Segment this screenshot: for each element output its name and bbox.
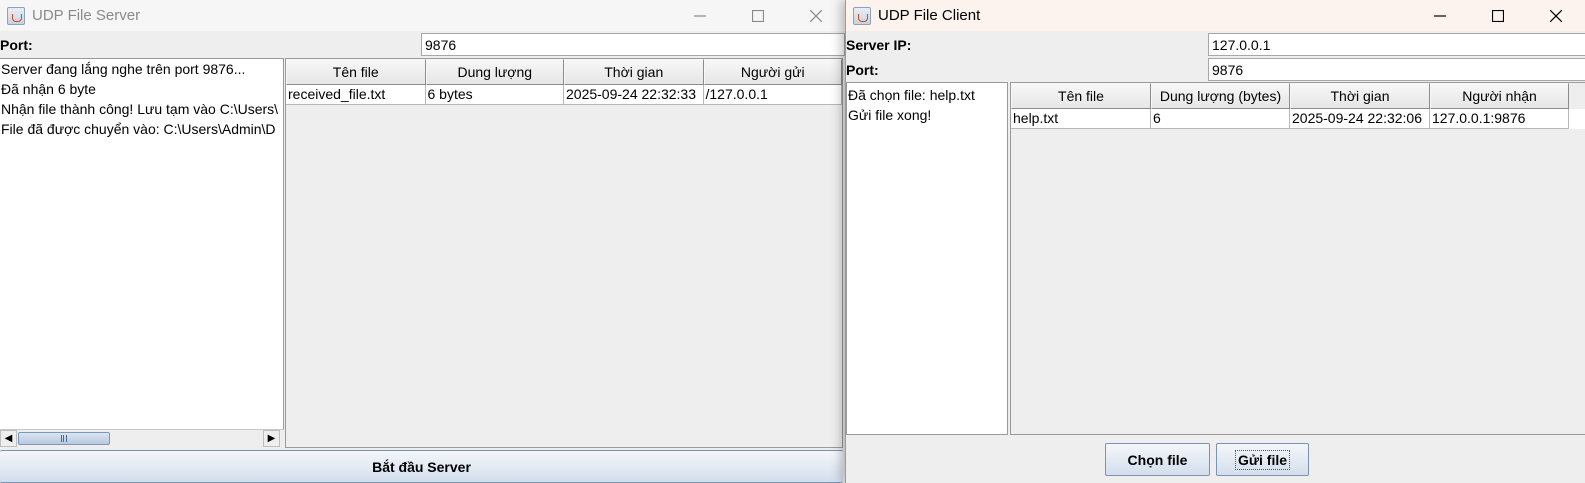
server-log-line: Server đang lắng nghe trên port 9876... — [1, 61, 246, 77]
server-table-header: Tên file Dung lượng Thời gian Người gửi — [286, 59, 842, 85]
minimize-icon — [1434, 14, 1446, 17]
client-minimize-button[interactable] — [1411, 0, 1469, 31]
choose-file-button[interactable]: Chọn file — [1105, 443, 1210, 476]
server-col-size[interactable]: Dung lượng — [425, 59, 564, 85]
server-col-sender[interactable]: Người gửi — [703, 59, 842, 85]
java-cup-icon — [7, 6, 25, 25]
client-server-ip-field[interactable]: 127.0.0.1 — [1208, 33, 1585, 56]
server-maximize-button[interactable] — [729, 0, 787, 31]
close-icon — [1550, 9, 1562, 22]
client-log-line: Gửi file xong! — [848, 107, 932, 123]
client-window-title: UDP File Client — [878, 7, 981, 24]
client-server-ip-label: Server IP: — [846, 37, 912, 53]
table-cell: received_file.txt — [286, 85, 426, 105]
scroll-right-icon[interactable]: ▶ — [263, 430, 280, 447]
client-log-area[interactable]: Đã chọn file: help.txt Gửi file xong! — [846, 82, 1008, 435]
server-port-label: Port: — [0, 37, 33, 53]
server-titlebar[interactable]: UDP File Server — [0, 0, 845, 31]
client-close-button[interactable] — [1527, 0, 1585, 31]
client-titlebar[interactable]: UDP File Client — [846, 0, 1585, 31]
scroll-thumb[interactable] — [18, 432, 110, 445]
server-log-line: Đã nhận 6 byte — [1, 81, 96, 97]
table-cell: 2025-09-24 22:32:33 — [564, 85, 704, 105]
server-close-button[interactable] — [787, 0, 845, 31]
client-col-receiver[interactable]: Người nhận — [1430, 83, 1569, 109]
send-file-button[interactable]: Gửi file — [1216, 443, 1309, 476]
start-server-button[interactable]: Bắt đầu Server — [0, 450, 843, 483]
client-window: UDP File Client Server IP: 127.0.0.1 Por… — [845, 0, 1585, 483]
client-col-size[interactable]: Dung lượng (bytes) — [1151, 83, 1290, 109]
server-window-title: UDP File Server — [32, 7, 141, 24]
table-cell: 6 bytes — [425, 85, 564, 105]
client-maximize-button[interactable] — [1469, 0, 1527, 31]
table-row[interactable]: received_file.txt 6 bytes 2025-09-24 22:… — [286, 85, 842, 105]
client-port-field[interactable]: 9876 — [1208, 58, 1585, 81]
table-cell: 2025-09-24 22:32:06 — [1290, 109, 1430, 129]
server-log-hscrollbar[interactable]: ◀ ▶ — [0, 429, 284, 447]
maximize-icon — [1492, 9, 1504, 22]
server-window: UDP File Server Port: 9876 Server đang l… — [0, 0, 845, 483]
maximize-icon — [752, 9, 764, 22]
scroll-left-icon[interactable]: ◀ — [0, 430, 17, 447]
client-port-label: Port: — [846, 62, 879, 78]
server-log-line: Nhận file thành công! Lưu tạm vào C:\Use… — [1, 101, 279, 117]
server-col-time[interactable]: Thời gian — [564, 59, 704, 85]
table-cell: 6 — [1151, 109, 1290, 129]
grip-icon — [61, 435, 67, 442]
server-log-area[interactable]: Server đang lắng nghe trên port 9876... … — [0, 58, 284, 430]
send-file-label: Gửi file — [1234, 449, 1291, 470]
client-col-filename[interactable]: Tên file — [1011, 83, 1151, 109]
close-icon — [810, 9, 822, 22]
table-cell: help.txt — [1011, 109, 1151, 129]
java-cup-icon — [853, 6, 871, 25]
table-cell: 127.0.0.1:9876 — [1430, 109, 1569, 129]
server-log-line: File đã được chuyển vào: C:\Users\Admin\… — [1, 121, 276, 137]
client-log-line: Đã chọn file: help.txt — [848, 87, 975, 103]
server-minimize-button[interactable] — [671, 0, 729, 31]
client-col-time[interactable]: Thời gian — [1290, 83, 1430, 109]
server-file-table[interactable]: Tên file Dung lượng Thời gian Người gửi … — [285, 58, 843, 448]
server-col-filename[interactable]: Tên file — [286, 59, 426, 85]
client-file-table[interactable]: Tên file Dung lượng (bytes) Thời gian Ng… — [1010, 82, 1585, 435]
table-cell: /127.0.0.1 — [703, 85, 842, 105]
server-port-field[interactable]: 9876 — [421, 33, 845, 56]
client-table-header: Tên file Dung lượng (bytes) Thời gian Ng… — [1011, 83, 1585, 109]
table-row[interactable]: help.txt 6 2025-09-24 22:32:06 127.0.0.1… — [1011, 109, 1585, 129]
minimize-icon — [694, 14, 706, 17]
